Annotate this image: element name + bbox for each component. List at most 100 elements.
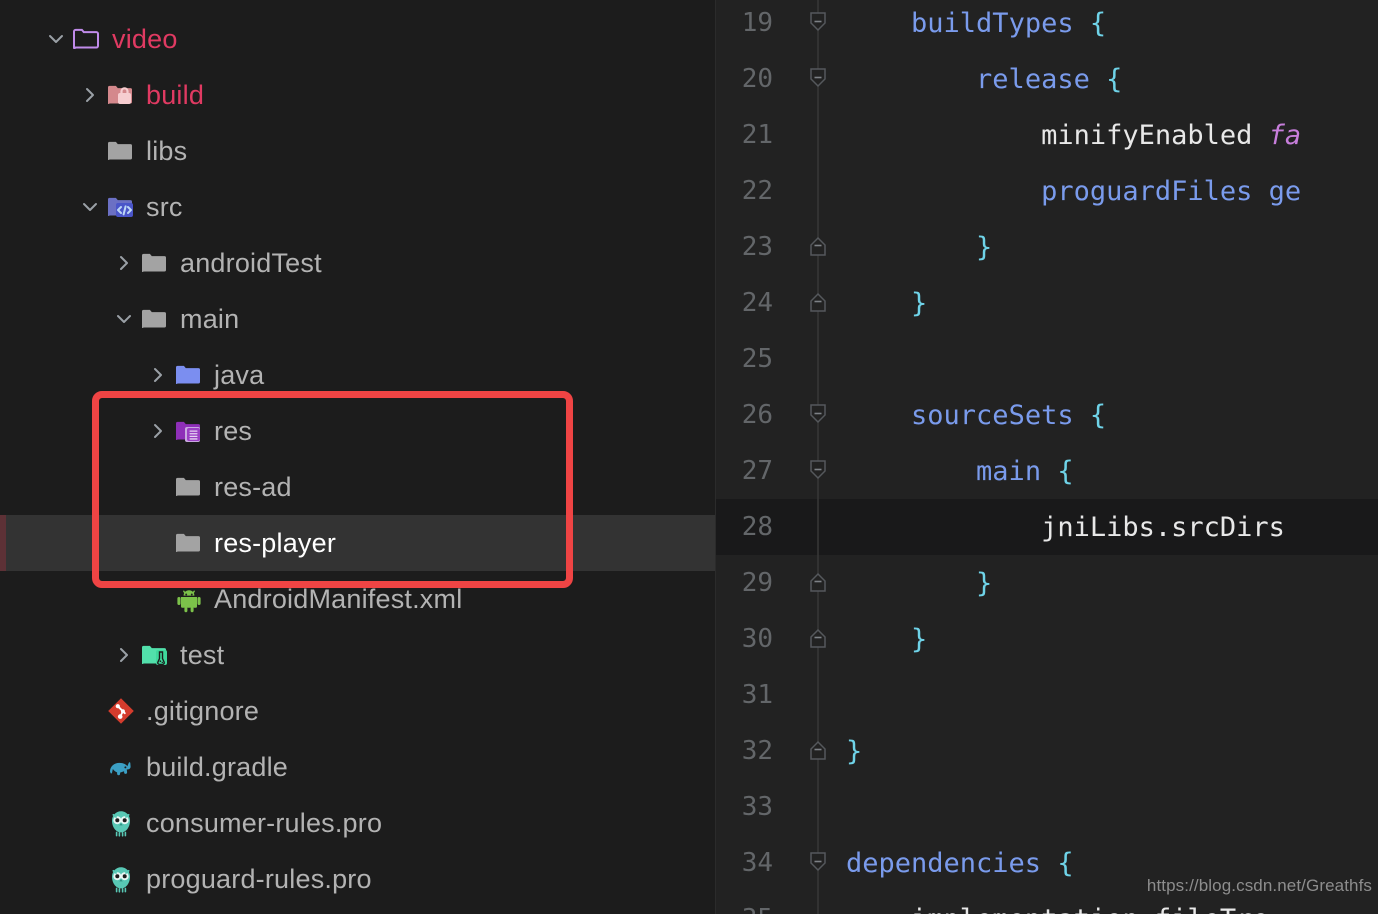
project-tree-panel[interactable]: video build libs src androidTest main java res r… [0,0,715,914]
proguard-owl-icon [104,795,138,851]
code-line[interactable]: 23 } [716,219,1378,275]
tree-item-label: androidTest [180,247,322,278]
code-line[interactable]: 30 } [716,611,1378,667]
tree-item-label: res [214,415,253,446]
fold-start-icon[interactable] [791,443,846,499]
line-number: 30 [741,624,773,654]
tree-item-res-ad[interactable]: res-ad [0,459,715,515]
line-number: 35 [716,904,791,914]
code-text: } [846,735,863,767]
folder-gray-icon [138,291,172,347]
code-line[interactable]: 25 [716,331,1378,387]
line-number: 33 [741,792,773,822]
code-line[interactable]: 29 } [716,555,1378,611]
tree-item-libs[interactable]: libs [0,123,715,179]
line-number: 25 [741,344,773,374]
chevron-right-icon[interactable] [144,347,172,403]
folder-test-icon [138,627,172,683]
chevron-placeholder [144,459,172,515]
tree-item-java[interactable]: java [0,347,715,403]
folder-gray-icon [172,459,206,515]
chevron-down-icon[interactable] [110,291,138,347]
line-number: 29 [741,568,773,598]
folder-gray-icon [104,123,138,179]
code-text: proguardFiles ge [1041,175,1302,207]
line-number: 28 [741,512,773,542]
code-line[interactable]: 21 minifyEnabled fa [716,107,1378,163]
line-number: 20 [741,64,773,94]
tree-item-main[interactable]: main [0,291,715,347]
line-number: 23 [741,232,773,262]
tree-item-test[interactable]: test [0,627,715,683]
tree-item-gitignore[interactable]: .gitignore [0,683,715,739]
line-number: 19 [741,8,773,38]
code-text: } [911,623,928,655]
line-number: 22 [741,176,773,206]
code-text: } [976,567,993,599]
code-line[interactable]: 24 } [716,275,1378,331]
fold-start-icon[interactable] [791,835,846,891]
tree-item-label: proguard-rules.pro [146,863,372,894]
line-number: 32 [741,736,773,766]
chevron-placeholder [144,515,172,571]
line-number: 26 [741,400,773,430]
chevron-right-icon[interactable] [110,627,138,683]
code-line[interactable]: 28 jniLibs.srcDirs [716,499,1378,555]
chevron-right-icon[interactable] [144,403,172,459]
fold-gutter [791,779,846,835]
folder-module-outline-icon [70,11,104,67]
fold-end-icon[interactable] [791,723,846,779]
code-text: sourceSets { [911,399,1107,431]
code-line[interactable]: 33 [716,779,1378,835]
line-number: 27 [741,456,773,486]
code-text: main { [976,455,1074,487]
folder-gray-icon [172,515,206,571]
fold-start-icon[interactable] [791,387,846,443]
line-number: 24 [741,288,773,318]
fold-gutter [791,891,846,914]
fold-start-icon[interactable] [791,0,846,51]
tree-item-build[interactable]: build [0,67,715,123]
tree-item-build-gradle[interactable]: build.gradle [0,739,715,795]
code-line[interactable]: 22 proguardFiles ge [716,163,1378,219]
fold-end-icon[interactable] [791,611,846,667]
gradle-elephant-icon [104,739,138,795]
tree-item-res-player[interactable]: res-player [0,515,715,571]
tree-item-res[interactable]: res [0,403,715,459]
folder-java-icon [172,347,206,403]
folder-gray-icon [138,235,172,291]
ide-window: video build libs src androidTest main java res r… [0,0,1378,914]
chevron-down-icon[interactable] [76,179,104,235]
fold-end-icon[interactable] [791,275,846,331]
fold-start-icon[interactable] [791,51,846,107]
code-line[interactable]: 26 sourceSets { [716,387,1378,443]
chevron-placeholder [76,851,104,907]
tree-item-androidmanifest-xml[interactable]: AndroidManifest.xml [0,571,715,627]
fold-end-icon[interactable] [791,219,846,275]
tree-item-video[interactable]: video [0,11,715,67]
tree-item-label: video [112,23,178,54]
tree-item-label: .gitignore [146,695,260,726]
chevron-placeholder [144,571,172,627]
code-text: } [976,231,993,263]
watermark-text: https://blog.csdn.net/Greathfs [1146,876,1372,895]
fold-gutter [791,107,846,163]
code-editor-panel[interactable]: 19 buildTypes {20 release {21 minifyEnab… [715,0,1378,914]
code-line[interactable]: 27 main { [716,443,1378,499]
chevron-down-icon[interactable] [42,11,70,67]
code-line[interactable]: 31 [716,667,1378,723]
tree-item-androidtest[interactable]: androidTest [0,235,715,291]
code-line[interactable]: 20 release { [716,51,1378,107]
chevron-right-icon[interactable] [110,235,138,291]
android-robot-icon [172,571,206,627]
tree-item-src[interactable]: src [0,179,715,235]
chevron-right-icon[interactable] [76,67,104,123]
code-line[interactable]: 19 buildTypes { [716,0,1378,51]
folder-res-icon [172,403,206,459]
tree-item-label: java [214,359,265,390]
code-line[interactable]: 32} [716,723,1378,779]
tree-item-label: build [146,79,205,110]
tree-item-consumer-rules-pro[interactable]: consumer-rules.pro [0,795,715,851]
tree-item-proguard-rules-pro[interactable]: proguard-rules.pro [0,851,715,907]
fold-end-icon[interactable] [791,555,846,611]
